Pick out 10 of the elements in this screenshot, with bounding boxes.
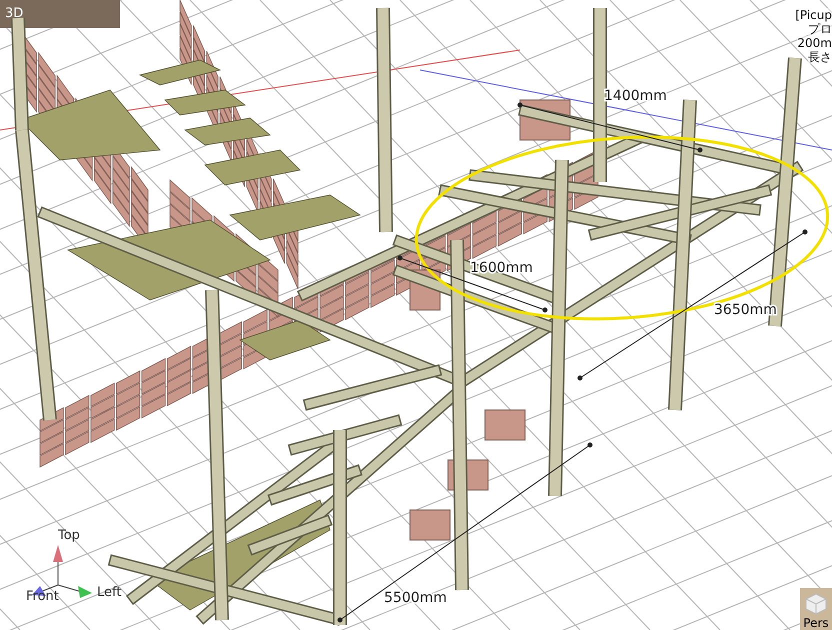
info-text: [Picup <box>795 8 832 22</box>
axis-label: Front <box>26 589 59 604</box>
info-text: 200m <box>797 36 832 50</box>
perspective-button[interactable]: Pers <box>800 588 832 630</box>
info-text: 長さ <box>808 50 832 64</box>
view-mode-label: 3D <box>5 6 24 21</box>
axis-label: Left <box>97 585 122 600</box>
dimension-label: 5500mm <box>384 590 447 606</box>
info-text: プロ <box>808 22 832 36</box>
axis-label: Top <box>58 528 80 543</box>
